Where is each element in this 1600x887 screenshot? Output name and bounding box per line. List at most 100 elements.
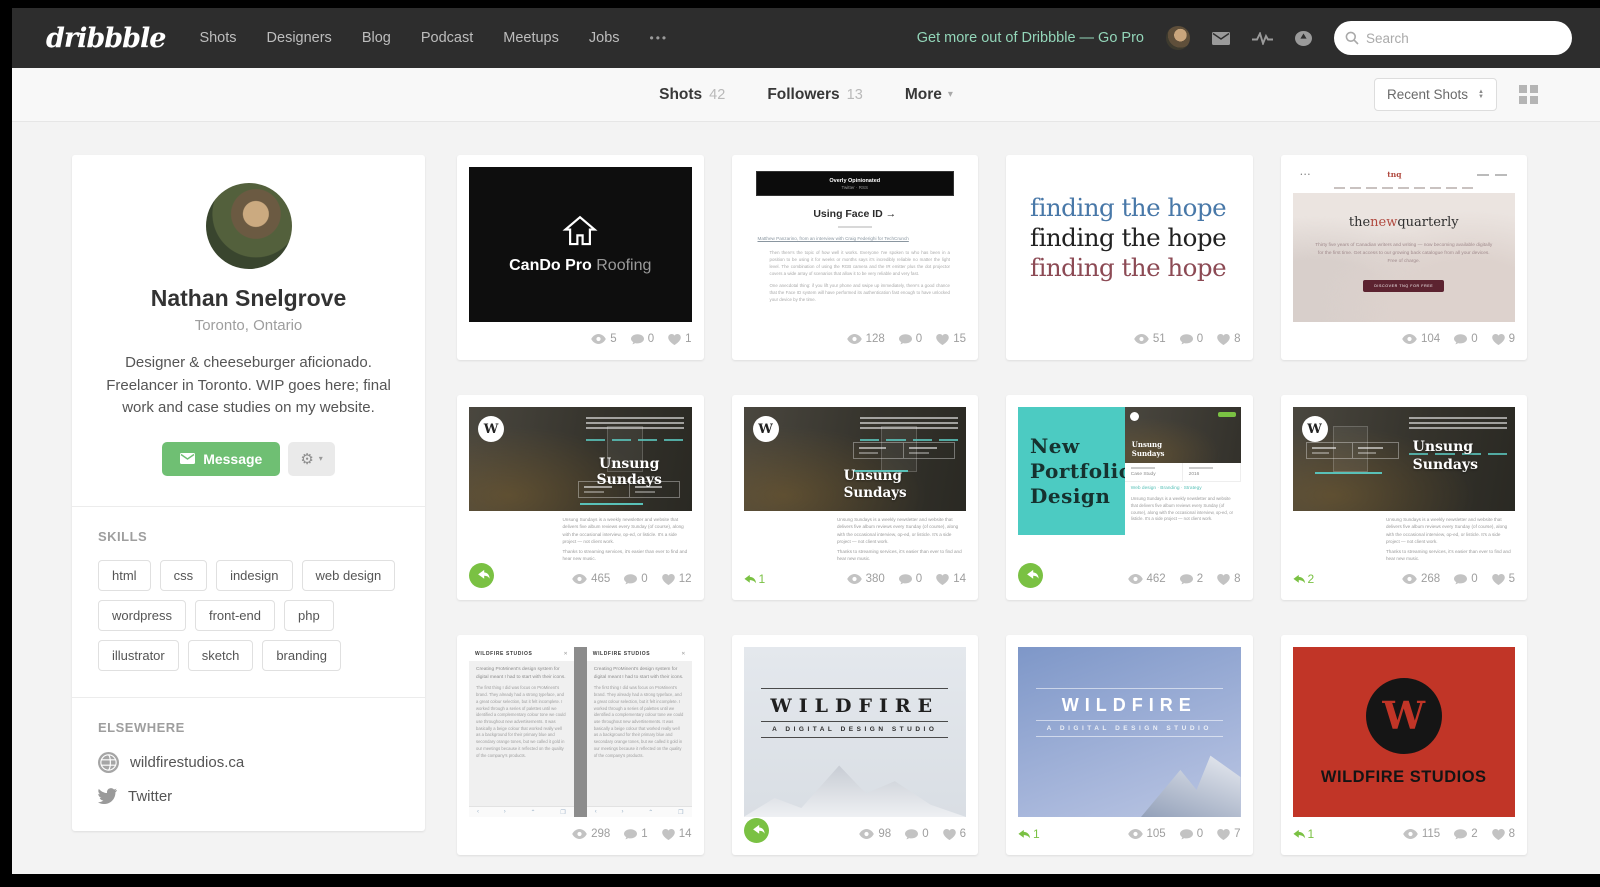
skill-tag[interactable]: html <box>98 560 151 591</box>
skill-tag[interactable]: illustrator <box>98 640 179 671</box>
shot-thumbnail-finding-the-hope[interactable]: finding the hope finding the hope findin… <box>1018 167 1241 322</box>
shot-thumbnail-wildfire-sky[interactable]: WILDFIRE A DIGITAL DESIGN STUDIO <box>1018 647 1241 817</box>
shot-card[interactable]: Overly Opinionated Twitter · RSS Using F… <box>732 155 979 360</box>
skill-tag[interactable]: php <box>284 600 334 631</box>
twitter-link[interactable]: Twitter <box>98 788 399 805</box>
comments-stat[interactable]: 2 <box>1180 573 1203 585</box>
tab-followers[interactable]: Followers 13 <box>767 86 863 104</box>
article-date-placeholder <box>838 226 872 228</box>
rebound-count[interactable]: 1 <box>1018 827 1040 841</box>
skill-tag[interactable]: css <box>160 560 208 591</box>
nav-podcast[interactable]: Podcast <box>421 30 473 46</box>
likes-stat[interactable]: 1 <box>668 333 691 345</box>
shot-thumbnail-wildfire-red-logo[interactable]: W WILDFIRE STUDIOS <box>1293 647 1516 817</box>
likes-stat[interactable]: 8 <box>1492 828 1515 840</box>
shot-thumbnail-new-portfolio-design[interactable]: New Portfolio Design Unsung Sundays Case… <box>1018 407 1241 535</box>
eye-icon <box>1403 829 1418 839</box>
eye-icon <box>1128 829 1143 839</box>
rebound-icon[interactable] <box>744 818 769 843</box>
shot-card[interactable]: WILDFIRE A DIGITAL DESIGN STUDIO 1 105 0… <box>1006 635 1253 855</box>
shot-stats: 1 380 0 14 <box>744 562 967 588</box>
comments-stat[interactable]: 0 <box>631 333 654 345</box>
mountain-graphic <box>744 761 967 817</box>
likes-stat[interactable]: 14 <box>662 828 692 840</box>
comments-stat[interactable]: 0 <box>1180 828 1203 840</box>
likes-stat[interactable]: 7 <box>1217 828 1240 840</box>
grid-view-icon[interactable] <box>1519 85 1538 104</box>
skill-tag[interactable]: front-end <box>195 600 275 631</box>
comments-stat[interactable]: 0 <box>1454 573 1477 585</box>
shot-card[interactable]: W Unsung Sundays Unsung Sundays is a wee… <box>732 395 979 600</box>
shot-card[interactable]: W WILDFIRE STUDIOS 1 115 2 8 <box>1281 635 1528 855</box>
comments-stat[interactable]: 2 <box>1454 828 1477 840</box>
shot-card[interactable]: New Portfolio Design Unsung Sundays Case… <box>1006 395 1253 600</box>
likes-stat[interactable]: 12 <box>662 573 692 585</box>
skill-tag[interactable]: indesign <box>216 560 292 591</box>
eye-icon <box>847 574 862 584</box>
likes-stat[interactable]: 8 <box>1217 573 1240 585</box>
comments-stat[interactable]: 0 <box>905 828 928 840</box>
nav-shots[interactable]: Shots <box>199 30 236 46</box>
skill-tag[interactable]: web design <box>302 560 396 591</box>
comments-stat[interactable]: 0 <box>1454 333 1477 345</box>
comments-stat[interactable]: 0 <box>899 573 922 585</box>
shot-card[interactable]: W Unsung Sundays Unsung Sundays is a wee… <box>1281 395 1528 600</box>
shot-thumbnail-wildfire-studios-article[interactable]: WILDFIRE STUDIOS✕ Creating ProMinent's d… <box>469 647 692 817</box>
comments-stat[interactable]: 0 <box>1180 333 1203 345</box>
settings-gear-button[interactable]: ⚙ ▾ <box>288 442 334 476</box>
shot-card[interactable]: finding the hope finding the hope findin… <box>1006 155 1253 360</box>
skill-tag[interactable]: wordpress <box>98 600 186 631</box>
likes-stat[interactable]: 15 <box>936 333 966 345</box>
likes-stat[interactable]: 9 <box>1492 333 1515 345</box>
search-icon <box>1345 31 1359 50</box>
user-avatar[interactable] <box>1166 26 1190 50</box>
rebound-icon[interactable] <box>1018 563 1043 588</box>
shot-thumbnail-cando-pro-roofing[interactable]: CanDo Pro Roofing <box>469 167 692 322</box>
rebound-count[interactable]: 1 <box>1293 827 1315 841</box>
tab-shots[interactable]: Shots 42 <box>659 86 725 104</box>
profile-avatar[interactable] <box>206 183 292 269</box>
shot-thumbnail-using-face-id[interactable]: Overly Opinionated Twitter · RSS Using F… <box>744 167 967 322</box>
likes-stat[interactable]: 6 <box>943 828 966 840</box>
profile-bio: Designer & cheeseburger aficionado. Free… <box>104 352 393 420</box>
shot-thumbnail-wildfire-light[interactable]: WILDFIRE A DIGITAL DESIGN STUDIO <box>744 647 967 817</box>
rebound-count[interactable]: 2 <box>1293 572 1315 586</box>
shot-stats: 298 1 14 <box>469 817 692 843</box>
shot-card[interactable]: ••• tnq thenewquarterly Thirty five year… <box>1281 155 1528 360</box>
shot-card[interactable]: CanDo Pro Roofing 5 0 1 <box>457 155 704 360</box>
comments-stat[interactable]: 0 <box>899 333 922 345</box>
skill-tag[interactable]: branding <box>262 640 341 671</box>
mountain-graphic <box>1125 746 1241 817</box>
shot-thumbnail-unsung-sundays[interactable]: W Unsung Sundays <box>1293 407 1516 511</box>
likes-stat[interactable]: 8 <box>1217 333 1240 345</box>
likes-stat[interactable]: 5 <box>1492 573 1515 585</box>
tab-more[interactable]: More ▾ <box>905 86 953 104</box>
shot-card[interactable]: W Unsung Sundays Unsung Sundays is a wee… <box>457 395 704 600</box>
messages-envelope-icon[interactable] <box>1212 32 1230 45</box>
shot-thumbnail-unsung-sundays[interactable]: W Unsung Sundays <box>744 407 967 511</box>
shot-card[interactable]: WILDFIRE STUDIOS✕ Creating ProMinent's d… <box>457 635 704 855</box>
website-link[interactable]: wildfirestudios.ca <box>98 752 399 773</box>
rebound-icon[interactable] <box>469 563 494 588</box>
go-pro-link[interactable]: Get more out of Dribbble — Go Pro <box>917 30 1144 46</box>
shot-card[interactable]: WILDFIRE A DIGITAL DESIGN STUDIO 98 0 6 <box>732 635 979 855</box>
shots-bucket-icon[interactable] <box>1295 31 1312 46</box>
shot-thumbnail-unsung-sundays[interactable]: W Unsung Sundays <box>469 407 692 511</box>
dribbble-logo[interactable]: dribbble <box>46 23 165 54</box>
activity-pulse-icon[interactable] <box>1252 32 1273 45</box>
rebound-count[interactable]: 1 <box>744 572 766 586</box>
nav-overflow-icon[interactable]: ••• <box>650 31 669 45</box>
sort-select[interactable]: Recent Shots ▲▼ <box>1374 78 1497 111</box>
comments-stat[interactable]: 0 <box>624 573 647 585</box>
message-button[interactable]: Message <box>162 442 280 476</box>
skill-tag[interactable]: sketch <box>188 640 254 671</box>
likes-stat[interactable]: 14 <box>936 573 966 585</box>
nav-blog[interactable]: Blog <box>362 30 391 46</box>
comments-stat[interactable]: 1 <box>624 828 647 840</box>
nav-designers[interactable]: Designers <box>267 30 332 46</box>
search-input[interactable] <box>1334 21 1572 55</box>
nav-jobs[interactable]: Jobs <box>589 30 620 46</box>
nav-meetups[interactable]: Meetups <box>503 30 559 46</box>
shot-thumbnail-new-quarterly[interactable]: ••• tnq thenewquarterly Thirty five year… <box>1293 167 1516 322</box>
house-icon <box>562 215 598 247</box>
